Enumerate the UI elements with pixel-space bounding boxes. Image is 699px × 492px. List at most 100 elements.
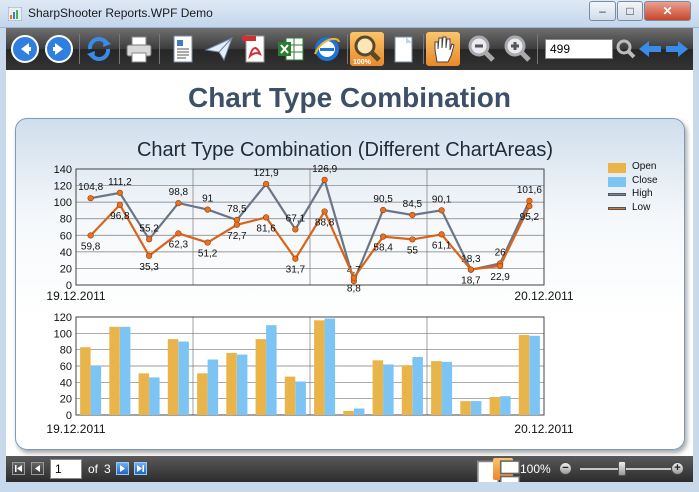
- bar-open: [226, 352, 237, 415]
- first-page-button[interactable]: [12, 462, 25, 475]
- data-label-low: 58,4: [373, 243, 393, 254]
- data-label-high: 101,6: [517, 185, 542, 196]
- bar-chart-y-tick-label: 60: [60, 361, 72, 373]
- bar-chart-y-tick-label: 120: [54, 312, 72, 324]
- export-pdf-button[interactable]: [238, 32, 272, 66]
- data-label-high: 90,1: [432, 194, 452, 205]
- single-page-view-button[interactable]: [471, 458, 500, 490]
- chart-panel: Chart Type Combination (Different ChartA…: [15, 118, 685, 450]
- previous-page-icon: [35, 465, 40, 472]
- bar-close: [90, 366, 102, 415]
- window-bottom-border: [0, 482, 699, 490]
- print-button[interactable]: [122, 32, 156, 66]
- next-page-icon: [120, 465, 125, 472]
- point-high: [175, 200, 182, 207]
- window-title: SharpShooter Reports.WPF Demo: [28, 6, 213, 20]
- bar-close: [178, 341, 189, 415]
- send-button[interactable]: [202, 32, 236, 66]
- export-excel-button[interactable]: [274, 32, 308, 66]
- point-low: [204, 239, 211, 246]
- point-high: [204, 206, 211, 213]
- bar-close: [236, 354, 248, 415]
- previous-page-button[interactable]: [31, 462, 44, 475]
- find-next-button[interactable]: [660, 32, 694, 66]
- zoom-in-small-button[interactable]: +: [671, 462, 684, 475]
- zoom-in-button[interactable]: [500, 32, 534, 66]
- zoom-slider-track[interactable]: [580, 468, 672, 470]
- point-low: [409, 236, 416, 243]
- excel-icon: [278, 37, 304, 61]
- pan-tool-button[interactable]: [426, 32, 460, 66]
- forward-button[interactable]: [42, 32, 76, 66]
- bar-close: [500, 396, 511, 415]
- chart-canvas: 02040608010012014019.12.201120.12.201121…: [46, 164, 573, 436]
- page-icon: [394, 36, 413, 63]
- data-label-high: 91: [202, 194, 214, 205]
- bar-close: [295, 381, 306, 415]
- paper-plane-icon: [204, 37, 233, 62]
- bar-open: [489, 397, 501, 415]
- data-label-low: 61,1: [432, 240, 452, 251]
- page-view-button[interactable]: [386, 32, 420, 66]
- zoom-out-small-button[interactable]: −: [559, 462, 572, 475]
- bar-close: [324, 318, 336, 415]
- line-chart-y-tick-label: 40: [60, 247, 72, 259]
- hand-icon: [434, 36, 455, 63]
- page-number-input[interactable]: [50, 459, 82, 479]
- legend-swatch: [608, 163, 626, 173]
- point-high: [438, 207, 445, 214]
- bar-open: [138, 373, 150, 415]
- search-input[interactable]: [545, 39, 613, 59]
- last-page-button[interactable]: [134, 462, 147, 475]
- line-chart-y-tick-label: 140: [54, 164, 72, 176]
- bar-chart-y-tick-label: 80: [60, 345, 72, 357]
- point-low: [497, 262, 504, 270]
- data-label-low: 22,9: [490, 272, 510, 283]
- zoom-out-button[interactable]: [464, 32, 498, 66]
- refresh-button[interactable]: [82, 32, 116, 66]
- next-page-button[interactable]: [116, 462, 129, 475]
- last-page-icon: [137, 465, 144, 472]
- point-high: [87, 195, 94, 202]
- data-label-low: 51,2: [198, 249, 218, 260]
- page-setup-button[interactable]: [166, 32, 200, 66]
- data-label-high: 104,8: [78, 182, 103, 193]
- data-label-high: 111,2: [108, 177, 132, 188]
- page-title: Chart Type Combination: [187, 82, 512, 113]
- document-lines-icon: [173, 35, 193, 63]
- point-low: [116, 201, 123, 208]
- data-label-low: 8,8: [347, 284, 361, 295]
- window-titlebar: SharpShooter Reports.WPF Demo – □ ✕: [0, 0, 699, 28]
- minimize-button[interactable]: –: [589, 1, 616, 21]
- data-label-low: 95,2: [520, 212, 540, 223]
- bar-open: [80, 347, 91, 415]
- toolbar-separator: [423, 34, 424, 64]
- bar-open: [401, 365, 413, 415]
- point-low: [263, 214, 270, 221]
- data-label-high: 90,5: [373, 194, 393, 205]
- maximize-button[interactable]: □: [617, 1, 643, 21]
- close-button[interactable]: ✕: [644, 1, 691, 21]
- bar-chart-y-tick-label: 0: [66, 410, 72, 422]
- bar-close: [441, 361, 453, 415]
- bar-open: [197, 373, 208, 415]
- back-button[interactable]: [8, 32, 42, 66]
- bar-chart-x-tick-label: 19.12.2011: [46, 422, 105, 436]
- point-low: [292, 255, 299, 262]
- bar-close: [383, 364, 394, 415]
- export-html-button[interactable]: [310, 32, 344, 66]
- zoom-100-button[interactable]: 100%: [350, 32, 384, 66]
- zoom-slider-thumb[interactable]: [618, 461, 626, 476]
- bar-close: [119, 326, 131, 415]
- bar-open: [109, 326, 120, 415]
- continuous-view-button[interactable]: [493, 458, 521, 490]
- data-label-low: 59,8: [81, 241, 101, 252]
- line-chart-y-tick-label: 80: [60, 214, 72, 226]
- statusbar: of 3 100% − +: [6, 456, 693, 490]
- point-low: [526, 203, 533, 210]
- data-label-low: 18,7: [461, 276, 481, 287]
- point-low: [146, 252, 153, 259]
- legend-swatch: [608, 176, 626, 187]
- bar-open: [167, 339, 179, 415]
- bar-open: [431, 361, 442, 415]
